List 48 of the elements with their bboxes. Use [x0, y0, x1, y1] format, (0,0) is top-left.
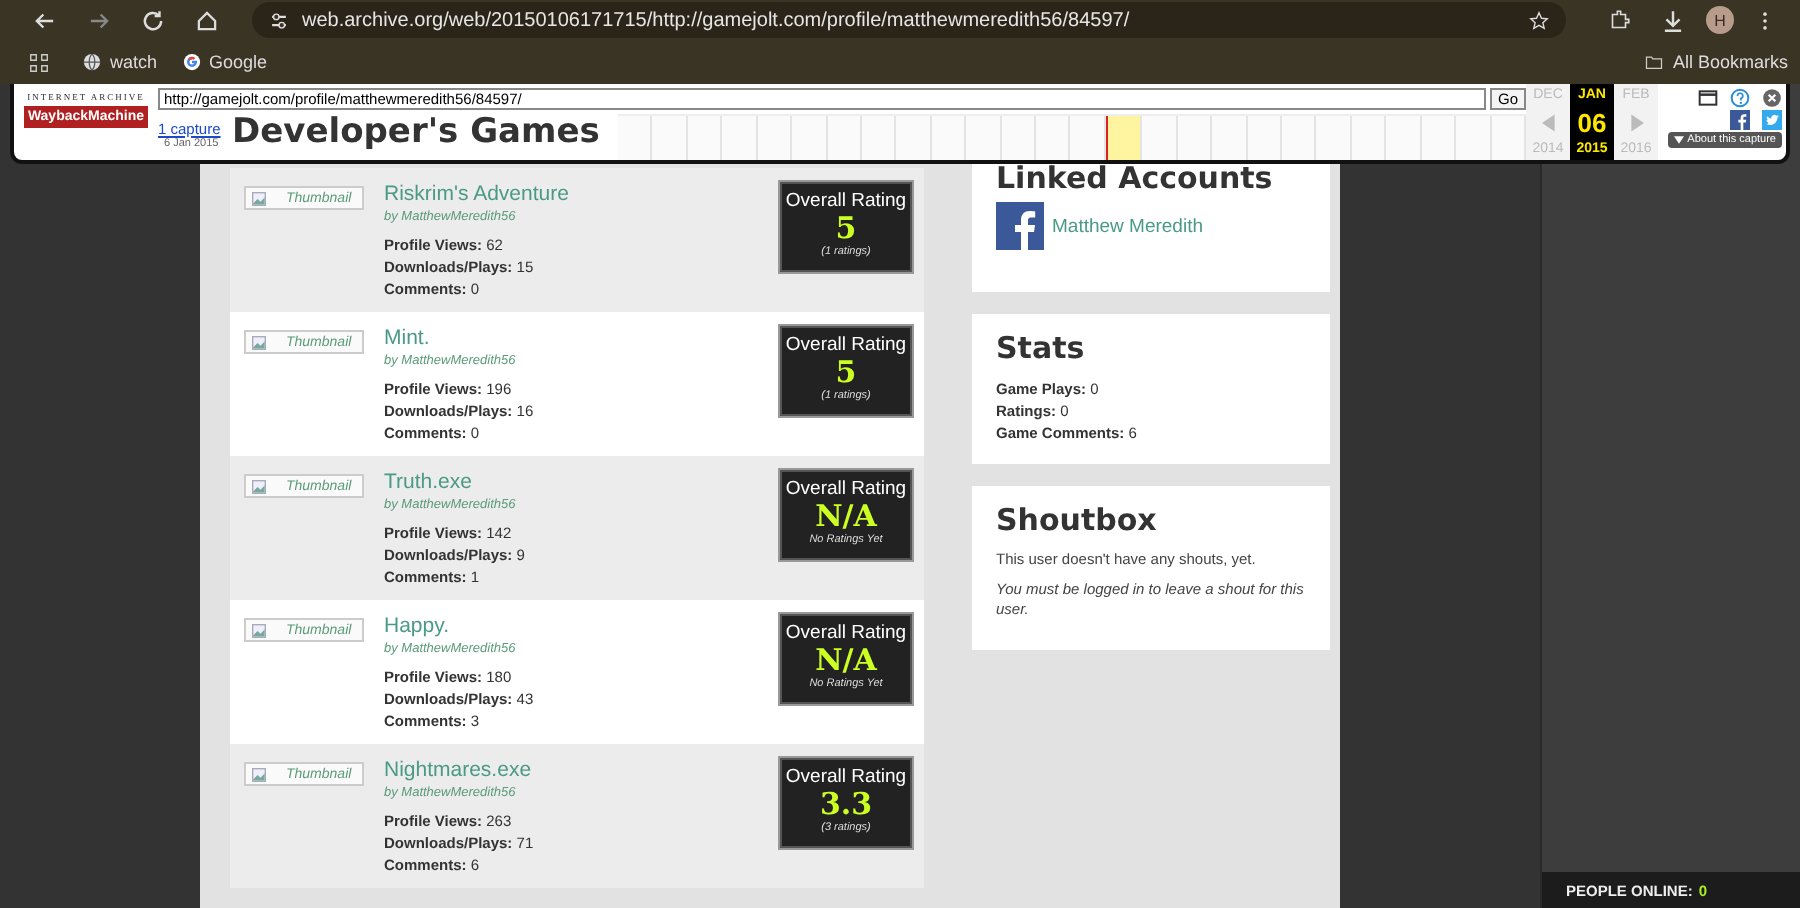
folder-icon	[1644, 52, 1665, 72]
facebook-icon	[996, 202, 1044, 250]
game-title-link[interactable]: Happy.	[384, 614, 780, 640]
caret-icon	[1673, 136, 1684, 144]
reload-icon[interactable]	[140, 7, 166, 33]
apps-grid-icon[interactable]	[28, 51, 50, 73]
rating-label: Overall Rating	[785, 190, 907, 212]
globe-icon	[82, 52, 102, 72]
all-bookmarks-button[interactable]: All Bookmarks	[1644, 52, 1788, 72]
bookmark[interactable]: Google	[181, 52, 268, 72]
rating-value: 3.3	[819, 788, 873, 822]
rating-value: N/A	[815, 500, 877, 534]
rating-label: Overall Rating	[785, 766, 907, 788]
profile-avatar[interactable]: H	[1706, 6, 1734, 34]
broken-image-icon	[252, 335, 266, 349]
rating-label: Overall Rating	[785, 478, 907, 500]
broken-image-icon	[252, 479, 266, 493]
rating-label: Overall Rating	[785, 334, 907, 356]
game-title-link[interactable]: Nightmares.exe	[384, 758, 780, 784]
rating-value: 5	[835, 212, 857, 246]
google-icon	[181, 52, 202, 72]
broken-image-icon	[252, 191, 266, 205]
rating-value: N/A	[815, 644, 877, 678]
card-heading: Shoutbox	[996, 502, 1159, 538]
game-title-link[interactable]: Mint.	[384, 326, 780, 352]
card-heading: Linked Accounts	[996, 160, 1275, 196]
account-link[interactable]: Matthew Meredith	[1052, 215, 1204, 237]
extensions-icon[interactable]	[1606, 7, 1632, 33]
rating-value: 5	[835, 356, 857, 390]
game-title-link[interactable]: Truth.exe	[384, 470, 780, 496]
twitter-icon[interactable]	[1762, 110, 1782, 130]
section-heading: Developer's Games	[232, 112, 600, 152]
bookmark[interactable]: watch	[82, 52, 158, 72]
url-text: web.archive.org/web/20150106171715/http://gamejolt.com/profile/matthewmeredith56/84597/	[302, 9, 1130, 31]
rating-label: Overall Rating	[785, 622, 907, 644]
close-icon[interactable]	[1762, 88, 1782, 108]
game-title-link[interactable]: Riskrim's Adventure	[384, 182, 780, 208]
address-bar[interactable]: web.archive.org/web/20150106171715/http://gamejolt.com/profile/matthewmeredith56/84597/	[252, 2, 1566, 38]
window-icon[interactable]	[1698, 88, 1718, 108]
home-icon[interactable]	[194, 7, 220, 33]
card-heading: Stats	[996, 330, 1087, 366]
download-icon[interactable]	[1660, 7, 1686, 33]
broken-image-icon	[252, 767, 266, 781]
star-icon[interactable]	[1528, 9, 1550, 31]
facebook-icon[interactable]	[1730, 110, 1750, 130]
site-settings-icon[interactable]	[268, 9, 290, 31]
broken-image-icon	[252, 623, 266, 637]
help-icon[interactable]	[1730, 88, 1750, 108]
